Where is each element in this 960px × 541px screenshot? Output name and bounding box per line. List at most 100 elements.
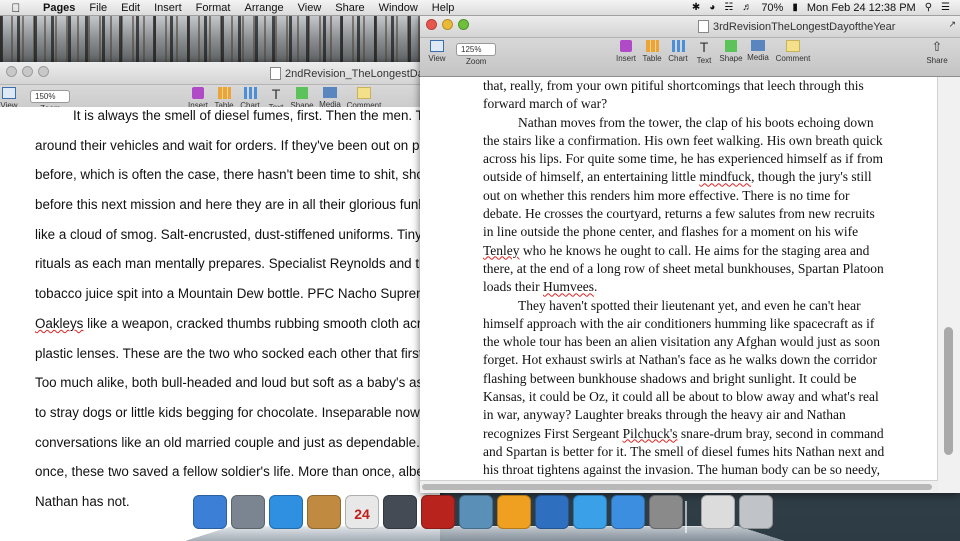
finder-icon[interactable] — [193, 495, 227, 529]
shape-button[interactable]: Shape — [716, 40, 746, 63]
text-line: that, really, from your own pitiful shor… — [483, 78, 864, 93]
misspelled-word[interactable]: Oakleys — [35, 316, 83, 331]
minimize-button[interactable] — [442, 19, 453, 30]
menu-insert[interactable]: Insert — [154, 2, 182, 14]
shape-icon — [725, 40, 737, 52]
misspelled-word[interactable]: Pilchuck's — [623, 426, 678, 441]
table-icon — [217, 87, 231, 99]
menu-format[interactable]: Format — [196, 2, 231, 14]
text-line: plastic lenses. These are the two who so… — [35, 345, 440, 361]
document-body[interactable]: that, really, from your own pitiful shor… — [420, 77, 938, 493]
media-icon — [751, 40, 765, 51]
clock[interactable]: Mon Feb 24 12:38 PM — [807, 2, 916, 14]
text-line: around their vehicles and wait for order… — [35, 137, 440, 153]
itunes-icon[interactable] — [573, 495, 607, 529]
text-line: forget. Hot exhaust swirls at Nathan's f… — [483, 352, 877, 368]
notification-center-icon[interactable]: ☰ — [941, 2, 950, 13]
zoom-select[interactable]: 125% — [456, 43, 496, 56]
text-button[interactable]: T Text — [689, 40, 719, 65]
document-body[interactable]: It is always the smell of diesel fumes, … — [0, 107, 440, 541]
window-titlebar[interactable]: 3rdRevisionTheLongestDayoftheYear ↗ — [420, 15, 960, 38]
text-line: Nathan moves from the tower, the clap of… — [518, 114, 874, 130]
battery-percent[interactable]: 70% — [761, 2, 783, 14]
text-line: before this next mission and here they a… — [35, 197, 440, 213]
window-titlebar[interactable]: 2ndRevision_TheLongestDayofth — [0, 62, 448, 85]
app-store-icon[interactable] — [611, 495, 645, 529]
contacts-icon[interactable] — [307, 495, 341, 529]
calendar-icon[interactable]: 24 — [345, 495, 379, 529]
media-button[interactable]: Media — [315, 87, 345, 109]
safari-icon[interactable] — [269, 495, 303, 529]
volume-icon[interactable]: ♬ — [742, 2, 752, 13]
wifi-icon[interactable]: ☵ — [724, 2, 733, 13]
text-line: and Spartan is better for it. The smell … — [483, 443, 885, 459]
battery-icon[interactable]: ▮ — [792, 2, 798, 13]
text-line: the stairs like a confirmation. His own … — [483, 132, 883, 148]
vertical-scrollbar[interactable] — [937, 77, 960, 493]
wallpaper-trees — [0, 14, 430, 64]
bluetooth-icon[interactable]: ✱ — [692, 2, 700, 13]
spotlight-search-icon[interactable]: ⚲ — [925, 2, 932, 13]
launchpad-icon[interactable] — [231, 495, 265, 529]
trash-icon[interactable] — [739, 495, 773, 529]
keynote-icon[interactable] — [535, 495, 569, 529]
text-line: forward march of war? — [483, 96, 608, 112]
zoom-button[interactable] — [38, 66, 49, 77]
misspelled-word[interactable]: mindfuck — [699, 169, 751, 184]
chart-icon — [243, 87, 257, 99]
pages-window-3rd-revision: 3rdRevisionTheLongestDayoftheYear ↗ View… — [420, 15, 960, 493]
view-icon — [430, 40, 444, 52]
misspelled-word[interactable]: Tenley — [483, 243, 520, 258]
close-button[interactable] — [426, 19, 437, 30]
scrollbar-thumb[interactable] — [422, 484, 932, 490]
menu-window[interactable]: Window — [379, 2, 418, 14]
minimize-button[interactable] — [22, 66, 33, 77]
scrollbar-thumb[interactable] — [944, 327, 953, 455]
fullscreen-icon[interactable]: ↗ — [948, 19, 956, 30]
comment-button[interactable]: Comment — [776, 40, 810, 63]
text-line: Too much alike, both bull-headed and lou… — [35, 375, 440, 391]
comment-icon — [786, 40, 800, 52]
zoom-select[interactable]: 150% — [30, 90, 70, 103]
menu-bar:  Pages File Edit Insert Format Arrange … — [0, 0, 960, 16]
share-button[interactable]: ⇧ Share — [922, 39, 952, 66]
text-line: there, at the end of a long row of sheet… — [483, 260, 884, 276]
media-button[interactable]: Media — [743, 40, 773, 62]
text-line: himself approach with the air conditione… — [483, 315, 875, 331]
view-button[interactable]: View — [422, 40, 452, 63]
documents-icon[interactable] — [701, 495, 735, 529]
horizontal-scrollbar[interactable] — [420, 480, 938, 493]
menu-edit[interactable]: Edit — [121, 2, 140, 14]
zoom-button[interactable] — [458, 19, 469, 30]
close-button[interactable] — [6, 66, 17, 77]
text-line: Kansas, it could be Oz, it could all be … — [483, 389, 879, 405]
text-icon: T — [699, 39, 709, 55]
text-line: tobacco juice spit into a Mountain Dew b… — [35, 286, 440, 302]
photo-booth-icon[interactable] — [421, 495, 455, 529]
share-icon: ⇧ — [931, 39, 943, 54]
facetime-icon[interactable] — [383, 495, 417, 529]
text-line: before, which is often the case, there h… — [35, 167, 440, 183]
view-icon — [2, 87, 16, 99]
menu-file[interactable]: File — [89, 2, 107, 14]
menu-share[interactable]: Share — [335, 2, 364, 14]
app-menu-pages[interactable]: Pages — [43, 2, 75, 14]
text-line: flashing between bunkhouse shadows and b… — [483, 370, 857, 386]
misspelled-word[interactable]: Humvees — [543, 279, 594, 294]
menu-view[interactable]: View — [298, 2, 322, 14]
menu-help[interactable]: Help — [432, 2, 455, 14]
menu-arrange[interactable]: Arrange — [244, 2, 283, 14]
apple-menu-icon[interactable]:  — [9, 1, 23, 15]
text-line: to stray dogs or little kids begging for… — [35, 404, 440, 420]
text-icon: T — [271, 86, 281, 102]
table-icon — [645, 40, 659, 52]
iphoto-icon[interactable] — [459, 495, 493, 529]
dock: 24 — [185, 493, 785, 541]
dock-separator — [685, 501, 687, 533]
text-line: rituals as each man mentally prepares. S… — [35, 256, 440, 272]
time-machine-icon[interactable]: ◕ — [709, 2, 715, 13]
text-line: in war, anyway? Laughter breaks through … — [483, 407, 846, 423]
pages-icon[interactable] — [497, 495, 531, 529]
system-preferences-icon[interactable] — [649, 495, 683, 529]
insert-icon — [620, 40, 632, 52]
